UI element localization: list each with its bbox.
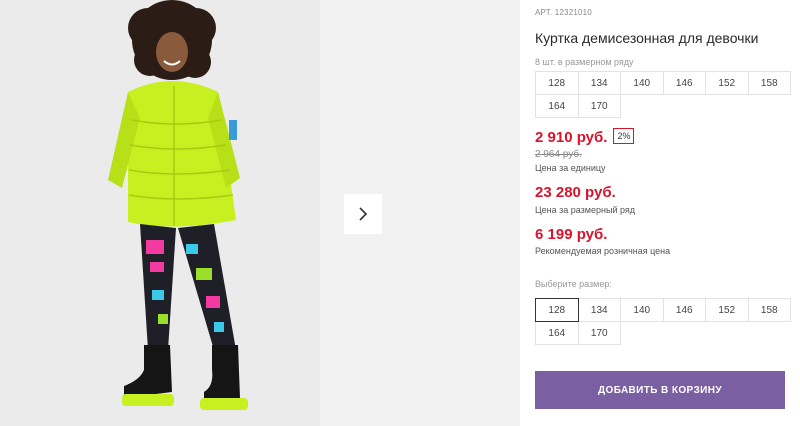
size-row-cell: 140 — [620, 71, 664, 95]
size-row-cell: 170 — [577, 94, 621, 118]
article-number: АРТ. 12321010 — [535, 8, 592, 17]
row-price: 23 280 руб. — [535, 184, 616, 201]
unit-price-note: Цена за единицу — [535, 163, 606, 173]
size-row-cell: 164 — [535, 94, 579, 118]
choose-size-label: Выберите размер: — [535, 279, 612, 289]
size-option-152[interactable]: 152 — [705, 298, 749, 322]
price-block: 2 910 руб. 2% 2 964 руб. Цена за единицу … — [535, 128, 790, 256]
size-option-164[interactable]: 164 — [535, 321, 579, 345]
size-row-cell: 134 — [577, 71, 621, 95]
size-option-134[interactable]: 134 — [577, 298, 621, 322]
product-info: АРТ. 12321010 Куртка демисезонная для де… — [535, 0, 791, 426]
size-row-cell: 128 — [535, 71, 579, 95]
size-option-170[interactable]: 170 — [577, 321, 621, 345]
size-selector: 128 134 140 146 152 158 164 170 — [535, 298, 791, 345]
product-photo[interactable] — [0, 0, 320, 426]
old-price: 2 964 руб. — [535, 149, 582, 160]
size-row-cell: 158 — [747, 71, 791, 95]
size-option-146[interactable]: 146 — [662, 298, 706, 322]
size-option-158[interactable]: 158 — [747, 298, 791, 322]
product-photo-illustration — [0, 0, 320, 426]
discount-badge: 2% — [613, 128, 635, 144]
size-row-label: 8 шт. в размерном ряду — [535, 57, 634, 67]
retail-price: 6 199 руб. — [535, 226, 608, 243]
size-row-cell: 152 — [705, 71, 749, 95]
product-gallery — [0, 0, 520, 426]
size-row-grid: 128 134 140 146 152 158 164 170 — [535, 71, 791, 118]
row-price-note: Цена за размерный ряд — [535, 205, 636, 215]
next-image-button[interactable] — [344, 194, 382, 234]
add-to-cart-button[interactable]: ДОБАВИТЬ В КОРЗИНУ — [535, 371, 785, 409]
size-option-140[interactable]: 140 — [620, 298, 664, 322]
retail-price-note: Рекомендуемая розничная цена — [535, 246, 671, 256]
unit-price: 2 910 руб. — [535, 129, 608, 146]
product-title: Куртка демисезонная для девочки — [535, 30, 759, 46]
chevron-right-icon — [359, 207, 368, 221]
size-row-cell: 146 — [662, 71, 706, 95]
size-option-128[interactable]: 128 — [535, 298, 579, 322]
